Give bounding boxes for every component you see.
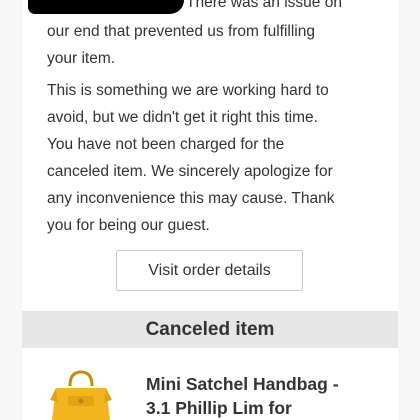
order-canceled-screen: There was an issue on our end that preve… bbox=[0, 0, 420, 420]
item-title-line[interactable]: Mini Satchel Handbag - bbox=[146, 374, 339, 395]
visit-order-details-button[interactable]: Visit order details bbox=[116, 250, 303, 291]
redacted-text bbox=[28, 0, 184, 14]
message-line: This is something we are working hard to bbox=[47, 82, 329, 99]
message-line: your item. bbox=[47, 50, 116, 67]
message-line: There was an issue on bbox=[186, 0, 342, 11]
handbag-icon[interactable] bbox=[48, 366, 114, 420]
message-line: You have not been charged for the bbox=[47, 136, 285, 153]
message-line: avoid, but we didn't get it right this t… bbox=[47, 109, 318, 126]
message-line: any inconvenience this may cause. Thank bbox=[47, 190, 335, 207]
canceled-item-heading: Canceled item bbox=[22, 311, 398, 348]
message-line: you for being our guest. bbox=[47, 217, 210, 234]
message-line: our end that prevented us from fulfillin… bbox=[47, 23, 315, 40]
item-title-line[interactable]: 3.1 Phillip Lim for bbox=[146, 398, 292, 419]
message-line: canceled item. We sincerely apologize fo… bbox=[47, 163, 333, 180]
